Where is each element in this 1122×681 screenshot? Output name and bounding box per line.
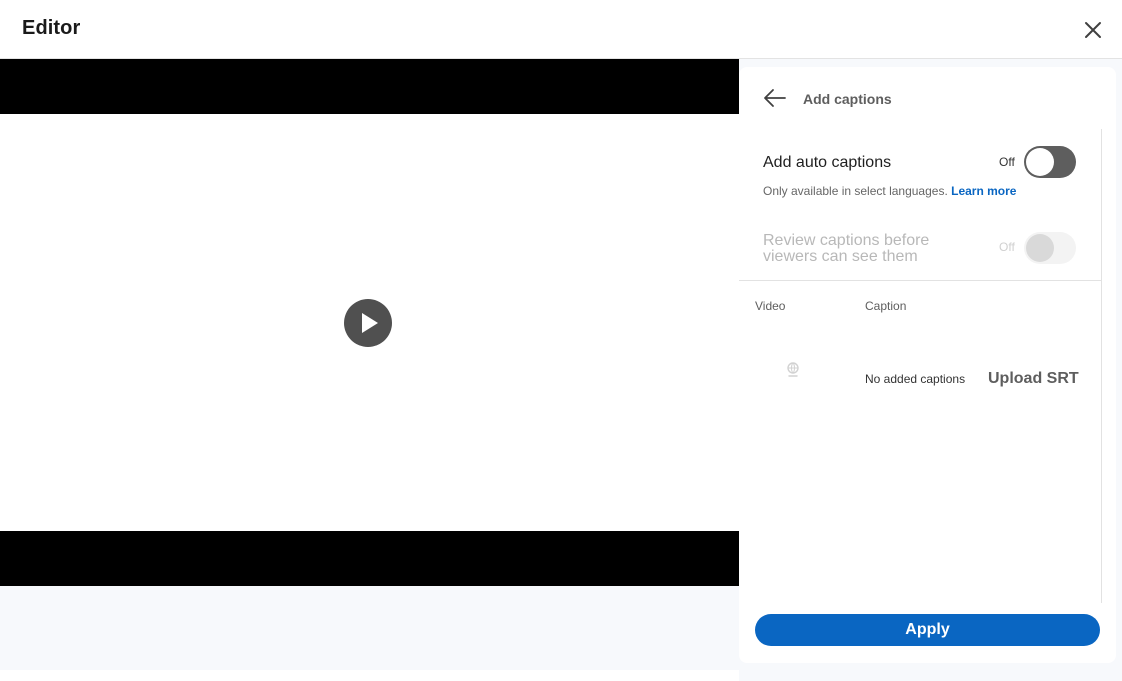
page-title: Editor xyxy=(22,17,81,39)
captions-panel: Add captions Add auto captions Off Only … xyxy=(739,67,1116,663)
close-icon xyxy=(1085,22,1101,38)
play-button[interactable] xyxy=(344,299,392,347)
panel-scrollbar[interactable] xyxy=(1101,129,1102,603)
toggle-knob xyxy=(1026,234,1054,262)
upload-srt-button[interactable]: Upload SRT xyxy=(988,370,1079,388)
close-button[interactable] xyxy=(1080,17,1106,43)
video-preview[interactable] xyxy=(0,59,739,586)
column-header-caption: Caption xyxy=(865,299,907,313)
review-captions-toggle xyxy=(1024,232,1076,264)
language-globe-icon xyxy=(785,361,801,379)
panel-header: Add captions xyxy=(739,67,1116,129)
review-captions-label: Review captions before viewers can see t… xyxy=(763,232,930,265)
caption-status: No added captions xyxy=(865,372,966,386)
panel-title: Add captions xyxy=(803,91,892,107)
arrow-left-icon xyxy=(764,89,786,107)
apply-button[interactable]: Apply xyxy=(755,614,1100,646)
timeline-area xyxy=(0,586,739,670)
back-button[interactable] xyxy=(761,86,789,110)
hint-text: Only available in select languages. xyxy=(763,184,948,198)
column-header-video: Video xyxy=(755,299,786,313)
auto-captions-toggle[interactable] xyxy=(1024,146,1076,178)
divider xyxy=(739,280,1101,281)
play-icon xyxy=(362,313,378,333)
learn-more-link[interactable]: Learn more xyxy=(951,184,1016,198)
letterbox-top xyxy=(0,59,739,114)
auto-captions-state: Off xyxy=(999,155,1015,169)
editor-header: Editor xyxy=(0,0,1122,59)
review-captions-state: Off xyxy=(999,240,1015,254)
letterbox-bottom xyxy=(0,531,739,586)
toggle-knob xyxy=(1026,148,1054,176)
auto-captions-label: Add auto captions xyxy=(763,154,892,171)
auto-captions-hint: Only available in select languages. Lear… xyxy=(763,184,1016,198)
